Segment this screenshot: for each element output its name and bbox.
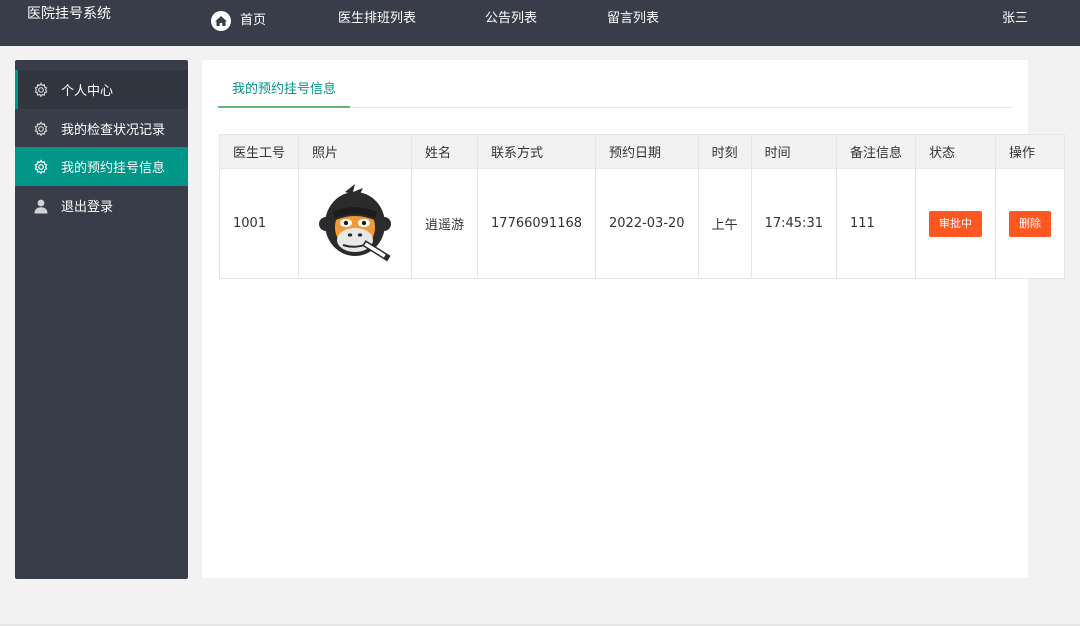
col-status: 状态 [915, 134, 996, 169]
nav-announcements[interactable]: 公告列表 [485, 10, 537, 28]
cell-doctor-id: 1001 [218, 168, 300, 279]
home-icon [211, 11, 231, 31]
cell-status: 审批中 [915, 168, 996, 279]
cell-name: 逍遥游 [411, 168, 479, 279]
gorilla-logo-image [319, 183, 392, 261]
nav-messages[interactable]: 留言列表 [607, 10, 659, 28]
gear-icon [34, 158, 48, 174]
main-panel: 我的预约挂号信息 医生工号 照片 姓名 联系方式 预约日期 时刻 时间 备注信息… [202, 60, 1065, 578]
sidebar-item-my-appointments[interactable]: 我的预约挂号信息 [15, 147, 188, 186]
cell-photo [298, 168, 413, 279]
col-phone: 联系方式 [477, 134, 597, 169]
nav-home[interactable]: 首页 [210, 10, 266, 32]
current-user[interactable]: 张三 [1002, 10, 1028, 28]
col-photo: 照片 [298, 134, 413, 169]
cell-period: 上午 [697, 168, 752, 279]
col-action: 操作 [995, 134, 1065, 169]
nav-doctor-schedule[interactable]: 医生排班列表 [338, 10, 416, 28]
nav-home-label: 首页 [240, 13, 267, 28]
table-header-row: 医生工号 照片 姓名 联系方式 预约日期 时刻 时间 备注信息 状态 操作 [218, 134, 1065, 169]
cell-date: 2022-03-20 [595, 168, 699, 279]
status-button[interactable]: 审批中 [929, 210, 982, 237]
tab-bar: 我的预约挂号信息 [218, 60, 1012, 108]
sidebar: 个人中心 我的检查状况记录 我的预约挂号信息 退出登录 [15, 60, 188, 579]
top-navbar: 医院挂号系统 首页 医生排班列表 公告列表 留言列表 张三 [0, 0, 1080, 46]
appointments-table: 医生工号 照片 姓名 联系方式 预约日期 时刻 时间 备注信息 状态 操作 10… [218, 134, 1065, 279]
sidebar-item-label: 个人中心 [61, 84, 114, 99]
cell-note: 111 [835, 168, 917, 279]
sidebar-item-label: 我的预约挂号信息 [61, 161, 166, 176]
sidebar-item-logout[interactable]: 退出登录 [15, 186, 188, 225]
delete-button[interactable]: 删除 [1009, 210, 1051, 237]
sidebar-item-label: 我的检查状况记录 [61, 123, 166, 138]
col-name: 姓名 [411, 134, 479, 169]
sidebar-item-label: 退出登录 [61, 200, 114, 215]
col-note: 备注信息 [835, 134, 917, 169]
sidebar-item-check-records[interactable]: 我的检查状况记录 [15, 109, 188, 148]
cell-phone: 17766091168 [477, 168, 597, 279]
col-time: 时间 [750, 134, 837, 169]
cell-action: 删除 [995, 168, 1065, 279]
table-row: 1001 逍遥游 17766091168 2022-03-20 上午 17:45… [218, 168, 1065, 279]
col-date: 预约日期 [595, 134, 699, 169]
col-period: 时刻 [697, 134, 752, 169]
brand-title[interactable]: 医院挂号系统 [27, 5, 111, 23]
col-doctor-id: 医生工号 [218, 134, 300, 169]
sidebar-item-personal-center[interactable]: 个人中心 [15, 70, 188, 109]
user-icon [34, 199, 48, 213]
gear-icon [34, 120, 48, 136]
cell-time: 17:45:31 [750, 168, 837, 279]
gear-icon [34, 81, 48, 97]
tab-my-appointments[interactable]: 我的预约挂号信息 [218, 60, 351, 108]
